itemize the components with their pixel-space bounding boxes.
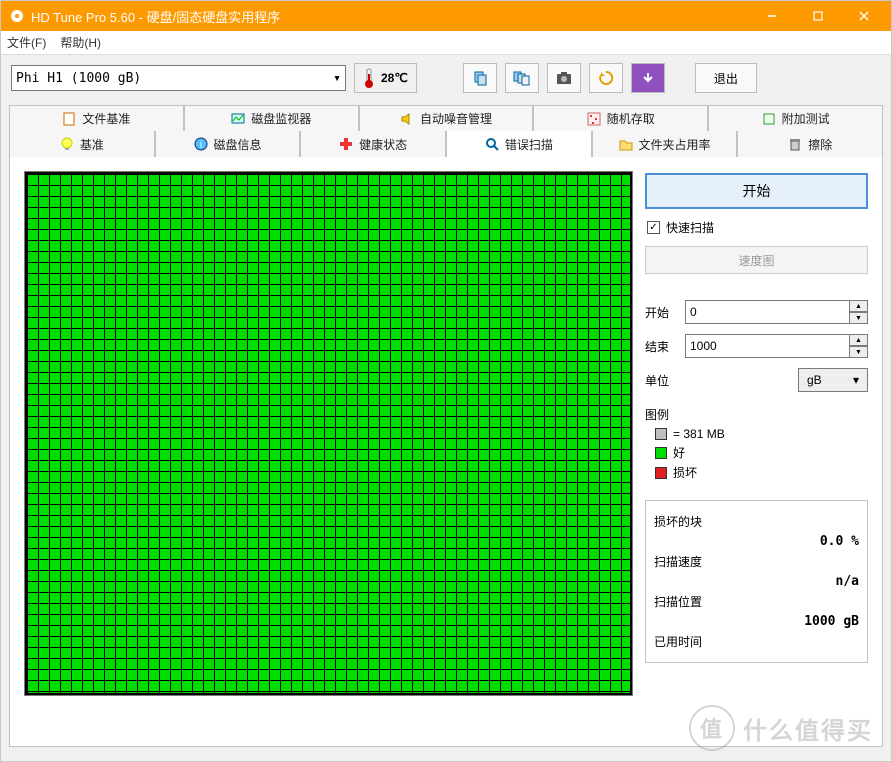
chevron-down-icon: ▾ — [853, 373, 859, 387]
copy-icon — [472, 70, 488, 86]
unit-select[interactable]: gB ▾ — [798, 368, 868, 392]
scan-speed-value: n/a — [654, 574, 859, 589]
end-range-field[interactable] — [685, 334, 850, 358]
damaged-blocks-value: 0.0 % — [654, 534, 859, 549]
maximize-button[interactable] — [795, 1, 841, 31]
menu-file[interactable]: 文件(F) — [7, 34, 46, 51]
quick-scan-checkbox[interactable]: ✓ 快速扫描 — [647, 219, 868, 236]
app-icon — [9, 8, 25, 24]
camera-icon — [556, 71, 572, 85]
chevron-down-icon: ▾ — [333, 71, 341, 86]
trash-icon — [788, 137, 802, 151]
tab-erase[interactable]: 擦除 — [737, 131, 883, 157]
start-range-label: 开始 — [645, 304, 679, 321]
folder-icon — [619, 137, 633, 151]
legend-title: 图例 — [645, 406, 868, 423]
tab-folder-usage[interactable]: 文件夹占用率 — [592, 131, 738, 157]
speaker-icon — [400, 112, 414, 126]
start-button[interactable]: 开始 — [645, 173, 868, 209]
minimize-button[interactable] — [749, 1, 795, 31]
speed-chart-button[interactable]: 速度图 — [645, 246, 868, 274]
drive-select-value: Phi H1 (1000 gB) — [16, 71, 141, 86]
window-title: HD Tune Pro 5.60 - 硬盘/固态硬盘实用程序 — [31, 7, 749, 26]
spin-up-icon[interactable]: ▲ — [850, 334, 868, 346]
damaged-blocks-label: 损坏的块 — [654, 513, 859, 530]
copy-button[interactable] — [463, 63, 497, 93]
extra-icon — [762, 112, 776, 126]
download-arrow-icon — [641, 71, 655, 85]
swatch-bad — [655, 467, 667, 479]
end-range-label: 结束 — [645, 338, 679, 355]
spin-up-icon[interactable]: ▲ — [850, 300, 868, 312]
tab-info[interactable]: i磁盘信息 — [155, 131, 301, 157]
legend-bad: 损坏 — [655, 464, 868, 481]
start-range-field[interactable] — [685, 300, 850, 324]
spin-down-icon[interactable]: ▼ — [850, 312, 868, 324]
temperature-value: 28℃ — [381, 71, 408, 85]
exit-label: 退出 — [714, 70, 738, 87]
spin-down-icon[interactable]: ▼ — [850, 346, 868, 358]
temperature-display: 28℃ — [354, 63, 417, 93]
tab-file-benchmark[interactable]: 文件基准 — [9, 105, 184, 131]
tab-benchmark[interactable]: 基准 — [9, 131, 155, 157]
screenshot-button[interactable] — [547, 63, 581, 93]
refresh-icon — [598, 70, 614, 86]
close-button[interactable] — [841, 1, 887, 31]
bulb-icon — [60, 137, 74, 151]
stats-box: 损坏的块 0.0 % 扫描速度 n/a 扫描位置 1000 gB 已用时间 — [645, 500, 868, 663]
legend-good: 好 — [655, 444, 868, 461]
legend-block: = 381 MB — [655, 427, 868, 441]
thermometer-icon — [363, 68, 375, 88]
scan-map — [24, 171, 633, 696]
toolbar: Phi H1 (1000 gB) ▾ 28℃ 退出 — [1, 55, 891, 101]
tab-aam[interactable]: 自动噪音管理 — [359, 105, 534, 131]
start-range-input[interactable]: ▲▼ — [685, 300, 868, 324]
copy-all-button[interactable] — [505, 63, 539, 93]
swatch-good — [655, 447, 667, 459]
end-range-row: 结束 ▲▼ — [645, 334, 868, 358]
tab-extra-tests[interactable]: 附加测试 — [708, 105, 883, 131]
menu-help[interactable]: 帮助(H) — [60, 34, 101, 51]
scan-position-value: 1000 gB — [654, 614, 859, 629]
tab-disk-monitor[interactable]: 磁盘监视器 — [184, 105, 359, 131]
tab-row-1: 文件基准 磁盘监视器 自动噪音管理 随机存取 附加测试 — [9, 105, 883, 131]
health-icon — [339, 137, 353, 151]
swatch-block — [655, 428, 667, 440]
unit-row: 单位 gB ▾ — [645, 368, 868, 392]
start-range-row: 开始 ▲▼ — [645, 300, 868, 324]
elapsed-time-label: 已用时间 — [654, 633, 859, 650]
tab-content-error-scan: 开始 ✓ 快速扫描 速度图 开始 ▲▼ 结束 — [9, 157, 883, 747]
quick-scan-label: 快速扫描 — [666, 219, 714, 236]
multi-copy-icon — [513, 70, 531, 86]
menubar: 文件(F) 帮助(H) — [1, 31, 891, 55]
tab-error-scan[interactable]: 错误扫描 — [446, 131, 592, 157]
file-icon — [62, 112, 76, 126]
tab-row-2: 基准 i磁盘信息 健康状态 错误扫描 文件夹占用率 擦除 — [9, 131, 883, 157]
svg-text:i: i — [199, 140, 201, 151]
scan-map-grid — [27, 174, 630, 693]
titlebar: HD Tune Pro 5.60 - 硬盘/固态硬盘实用程序 — [1, 1, 891, 31]
monitor-icon — [231, 112, 245, 126]
unit-label: 单位 — [645, 372, 679, 389]
checkbox-icon: ✓ — [647, 221, 660, 234]
tab-health[interactable]: 健康状态 — [300, 131, 446, 157]
side-panel: 开始 ✓ 快速扫描 速度图 开始 ▲▼ 结束 — [645, 171, 868, 732]
drive-select[interactable]: Phi H1 (1000 gB) ▾ — [11, 65, 346, 91]
magnifier-icon — [485, 137, 499, 151]
exit-button[interactable]: 退出 — [695, 63, 757, 93]
refresh-button[interactable] — [589, 63, 623, 93]
legend: 图例 = 381 MB 好 损坏 — [645, 406, 868, 484]
save-button[interactable] — [631, 63, 665, 93]
random-icon — [587, 112, 601, 126]
scan-position-label: 扫描位置 — [654, 593, 859, 610]
tabs-container: 文件基准 磁盘监视器 自动噪音管理 随机存取 附加测试 基准 i磁盘信息 健康状… — [1, 101, 891, 747]
info-icon: i — [194, 137, 208, 151]
tab-random-access[interactable]: 随机存取 — [533, 105, 708, 131]
scan-speed-label: 扫描速度 — [654, 553, 859, 570]
end-range-input[interactable]: ▲▼ — [685, 334, 868, 358]
